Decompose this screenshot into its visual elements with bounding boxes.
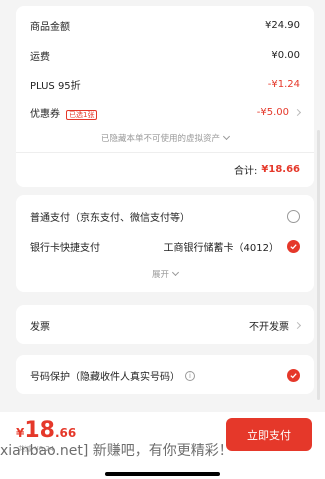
card-payment-check-icon[interactable] (287, 240, 300, 253)
coupon-label: 优惠券 (30, 109, 60, 120)
subtotal-label: 合计: (234, 166, 258, 177)
chevron-right-icon (293, 108, 302, 117)
plus-discount-label: PLUS 95折 (30, 81, 81, 92)
coupon-right: -¥5.00 (256, 107, 302, 118)
watermark-text: xianbao.net] 新赚吧，有你更精彩！ (0, 443, 233, 459)
goods-amount-value: ¥24.90 (265, 20, 300, 31)
card-payment-right: 工商银行储蓄卡（4012） (164, 239, 300, 254)
invoice-label: 发票 (30, 322, 50, 333)
scrollbar[interactable] (317, 130, 320, 400)
invoice-card[interactable]: 发票 不开发票 (16, 305, 314, 344)
number-privacy-label: 号码保护（隐藏收件人真实号码） (30, 372, 180, 383)
shipping-row: 运费 ¥0.00 (30, 48, 300, 63)
hidden-assets-toggle[interactable]: 已隐藏本单不可使用的虚拟资产 (30, 132, 300, 144)
bank-card-value: 工商银行储蓄卡（4012） (163, 243, 279, 254)
payment-method-card: 普通支付（京东支付、微信支付等） 银行卡快捷支付 工商银行储蓄卡（4012） 展… (16, 195, 314, 292)
invoice-right: 不开发票 (249, 318, 302, 333)
total-decimal: .66 (54, 426, 77, 440)
coupon-selected-badge: 已选1张 (66, 110, 98, 120)
normal-payment-label: 普通支付（京东支付、微信支付等） (30, 213, 190, 224)
hidden-assets-note: 已隐藏本单不可使用的虚拟资产 (100, 134, 220, 144)
subtotal-row: 合计: ¥18.66 (30, 162, 300, 177)
coupon-value: -¥5.00 (256, 107, 289, 118)
divider (16, 152, 314, 153)
coupon-row[interactable]: 优惠券 已选1张 -¥5.00 (30, 105, 302, 120)
home-indicator (105, 472, 220, 476)
goods-amount-label: 商品金额 (30, 22, 70, 33)
normal-payment-radio[interactable] (287, 210, 300, 223)
plus-discount-value: -¥1.24 (267, 79, 300, 90)
chevron-down-icon (171, 268, 180, 276)
plus-discount-row: PLUS 95折 -¥1.24 (30, 77, 300, 92)
number-privacy-row[interactable]: 号码保护（隐藏收件人真实号码） i (30, 368, 300, 383)
coupon-left: 优惠券 已选1张 (30, 105, 98, 120)
invoice-value: 不开发票 (249, 322, 289, 333)
price-summary-card: 商品金额 ¥24.90 运费 ¥0.00 PLUS 95折 -¥1.24 优惠券… (16, 6, 314, 187)
payment-option-normal[interactable]: 普通支付（京东支付、微信支付等） (30, 209, 300, 224)
chevron-right-icon (293, 321, 302, 330)
card-payment-label: 银行卡快捷支付 (30, 243, 100, 254)
info-icon[interactable]: i (185, 370, 195, 381)
number-privacy-check-icon[interactable] (287, 369, 300, 382)
shipping-label: 运费 (30, 52, 50, 63)
invoice-row[interactable]: 发票 不开发票 (30, 318, 302, 333)
number-privacy-card: 号码保护（隐藏收件人真实号码） i (16, 355, 314, 394)
number-privacy-left: 号码保护（隐藏收件人真实号码） i (30, 368, 195, 383)
payment-option-card[interactable]: 银行卡快捷支付 工商银行储蓄卡（4012） (30, 239, 300, 254)
subtotal-value: ¥18.66 (261, 164, 300, 175)
expand-payment-button[interactable]: 展开 (30, 268, 300, 280)
shipping-value: ¥0.00 (271, 50, 300, 61)
chevron-down-icon (222, 132, 231, 140)
goods-amount-row: 商品金额 ¥24.90 (30, 18, 300, 33)
expand-label: 展开 (151, 270, 169, 280)
